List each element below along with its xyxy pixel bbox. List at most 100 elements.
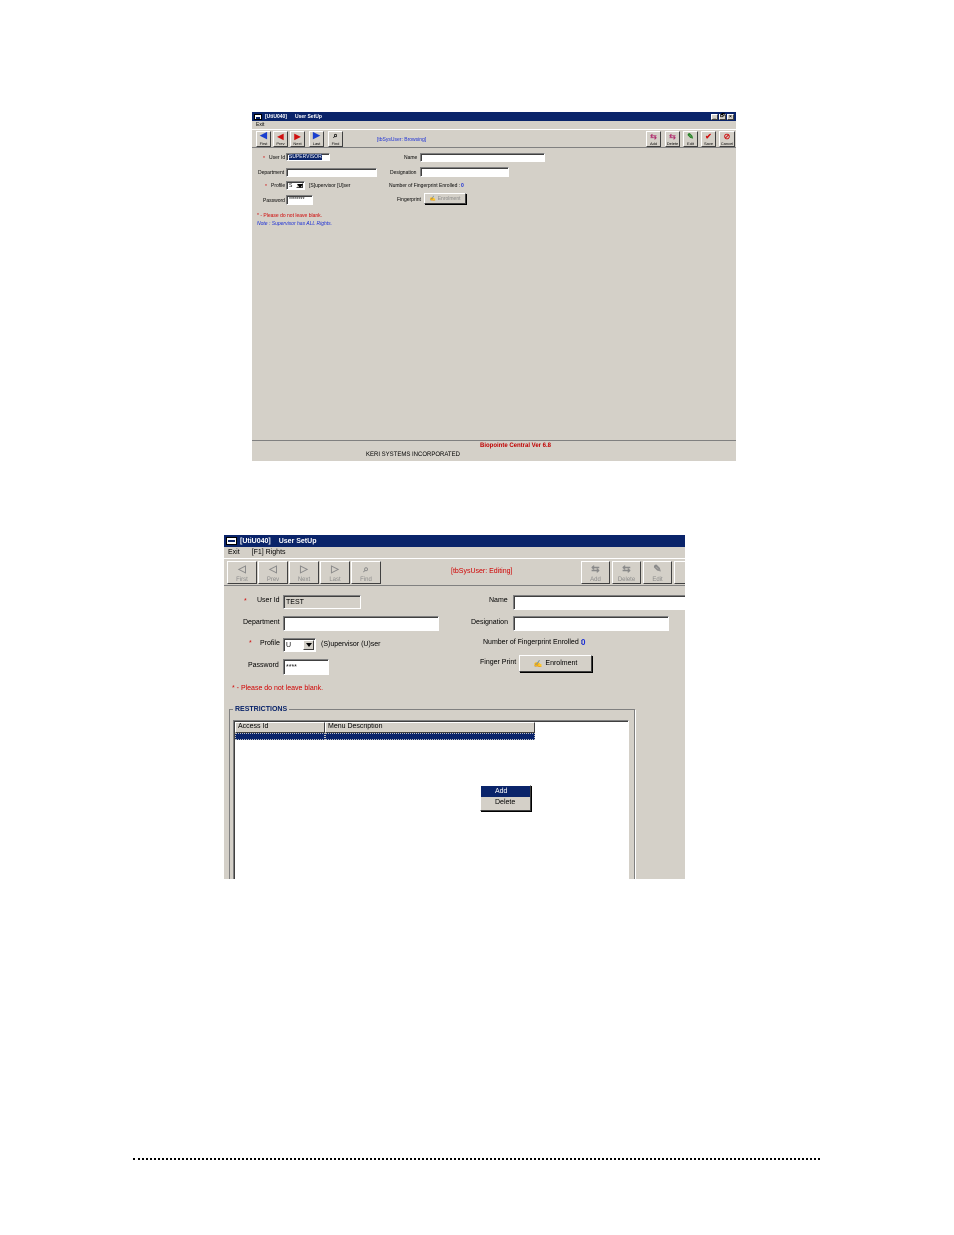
cell-access-id	[235, 733, 325, 740]
window-id: [UtiU040]	[240, 537, 271, 545]
last-arrow-icon: ▷	[331, 564, 339, 575]
next-button[interactable]: ▷ Next	[289, 561, 319, 584]
first-button[interactable]: ◁ First	[227, 561, 257, 584]
required-star: *	[263, 156, 265, 162]
cell-menu-description	[325, 733, 535, 740]
menu-exit[interactable]: Exit	[256, 122, 264, 128]
password-input[interactable]: ********	[286, 195, 313, 205]
user-id-input[interactable]: TEST	[283, 595, 361, 609]
add-button[interactable]: ⇆ Add	[646, 131, 661, 147]
status-bar: Biopointe Central Ver 6.8 KERI SYSTEMS I…	[252, 440, 736, 461]
last-arrow-icon: ▶	[313, 130, 320, 140]
toolbar: ◁ First ◁ Prev ▷ Next ▷ Last ⌕ Find [tbS…	[224, 558, 685, 586]
next-button[interactable]: ▶ Next	[290, 131, 305, 147]
prev-button[interactable]: ◁ Prev	[258, 561, 288, 584]
edit-button[interactable]: ✎ Edit	[643, 561, 672, 584]
find-icon: ⌕	[333, 131, 338, 140]
profile-select[interactable]: S	[286, 181, 305, 190]
find-button[interactable]: ⌕ Find	[328, 131, 343, 147]
required-note: * - Please do not leave blank.	[232, 685, 324, 692]
first-arrow-icon: ◁	[238, 564, 246, 575]
department-label: Department	[243, 619, 280, 626]
designation-label: Designation	[471, 619, 508, 626]
save-button[interactable]	[674, 561, 685, 584]
prev-button[interactable]: ◀ Prev	[273, 131, 288, 147]
restrictions-grid[interactable]: Access Id Menu Description	[233, 720, 629, 879]
form-area: * User Id SUPERVISOR Department * Profil…	[252, 148, 736, 441]
fingerprint-count-label: Number of Fingerprint Enrolled :	[389, 183, 461, 189]
fingerprint-label: Fingerprint	[397, 197, 421, 203]
edit-icon: ✎	[687, 132, 694, 141]
add-button[interactable]: ⇆ Add	[581, 561, 610, 584]
menu-bar: Exit	[252, 121, 736, 129]
name-input[interactable]	[420, 153, 545, 162]
name-label: Name	[489, 597, 508, 604]
save-button[interactable]: ✔ Save	[701, 131, 716, 147]
menu-bar: Exit [F1] Rights	[224, 547, 685, 558]
find-button[interactable]: ⌕ Find	[351, 561, 381, 584]
record-status: [tbSysUser: Editing]	[451, 568, 513, 575]
profile-hint: [S]upervisor [U]ser	[309, 183, 351, 189]
record-status: [tbSysUser: Browsing]	[377, 137, 427, 143]
department-input[interactable]	[283, 616, 439, 631]
add-icon: ⇆	[650, 132, 657, 141]
user-setup-window-editing: [UtiU040] User SetUp Exit [F1] Rights ◁ …	[224, 535, 685, 879]
save-check-icon: ✔	[705, 132, 712, 141]
enrolment-button[interactable]: ✍ Enrolment	[519, 655, 592, 672]
password-input[interactable]: ****	[283, 659, 329, 675]
name-input[interactable]	[513, 595, 685, 610]
company-label: KERI SYSTEMS INCORPORATED	[366, 452, 460, 458]
designation-input[interactable]	[513, 616, 669, 631]
restore-button[interactable]: 🗗	[719, 113, 726, 120]
first-button[interactable]: ◀ First	[256, 130, 271, 147]
chevron-down-icon[interactable]	[303, 640, 314, 650]
user-id-label: User Id	[269, 155, 286, 161]
restrictions-title: RESTRICTIONS	[233, 706, 290, 713]
context-menu-add[interactable]: Add	[481, 786, 530, 797]
menu-rights[interactable]: [F1] Rights	[252, 549, 286, 556]
fingerprint-label: Finger Print	[480, 659, 517, 666]
grid-header: Access Id Menu Description	[235, 722, 535, 733]
version-label: Biopointe Central Ver 6.8	[480, 443, 552, 449]
enrolment-button[interactable]: ✍ Enrolment	[424, 193, 466, 204]
window-title: User SetUp	[278, 537, 317, 545]
designation-label: Designation	[390, 170, 417, 176]
supervisor-note: Note : Supervisor has ALL Rights.	[257, 221, 333, 227]
chevron-down-icon[interactable]	[296, 183, 303, 188]
column-access-id[interactable]: Access Id	[235, 722, 325, 733]
app-icon	[226, 537, 237, 545]
toolbar: ◀ First ◀ Prev ▶ Next ▶ Last ⌕ Find [tbS…	[252, 129, 736, 148]
minimize-button[interactable]: _	[711, 113, 718, 120]
profile-select[interactable]: U	[283, 638, 316, 652]
last-button[interactable]: ▶ Last	[309, 130, 324, 147]
fingerprint-count-value: 0	[461, 183, 464, 189]
menu-exit[interactable]: Exit	[228, 549, 240, 556]
user-id-input[interactable]: SUPERVISOR	[286, 153, 330, 161]
delete-button[interactable]: ⇆ Delete	[612, 561, 641, 584]
password-label: Password	[248, 662, 279, 669]
cancel-button[interactable]: ⊘ Cancel	[719, 131, 735, 147]
user-id-value: TEST	[286, 598, 304, 606]
required-note: * - Please do not leave blank.	[257, 213, 323, 219]
profile-label: Profile	[260, 640, 280, 647]
table-row[interactable]	[235, 733, 535, 740]
fingerprint-pen-icon: ✍	[533, 660, 543, 668]
column-menu-description[interactable]: Menu Description	[325, 722, 535, 733]
user-setup-window-browsing: [UtiU040] User SetUp _ 🗗 × Exit ◀ First …	[252, 112, 736, 461]
title-bar[interactable]: [UtiU040] User SetUp _ 🗗 ×	[252, 112, 736, 121]
close-button[interactable]: ×	[727, 113, 734, 120]
password-label: Password	[263, 198, 285, 204]
last-button[interactable]: ▷ Last	[320, 561, 350, 584]
delete-icon: ⇆	[669, 132, 676, 141]
profile-label: Profile	[271, 183, 286, 189]
edit-icon: ✎	[653, 564, 662, 575]
delete-button[interactable]: ⇆ Delete	[665, 131, 680, 147]
department-input[interactable]	[286, 168, 377, 177]
user-id-label: User Id	[257, 597, 280, 604]
designation-input[interactable]	[420, 167, 509, 177]
department-label: Department	[258, 170, 285, 176]
title-bar[interactable]: [UtiU040] User SetUp	[224, 535, 685, 547]
app-icon	[254, 113, 262, 120]
context-menu-delete[interactable]: Delete	[481, 797, 530, 808]
edit-button[interactable]: ✎ Edit	[683, 131, 698, 147]
